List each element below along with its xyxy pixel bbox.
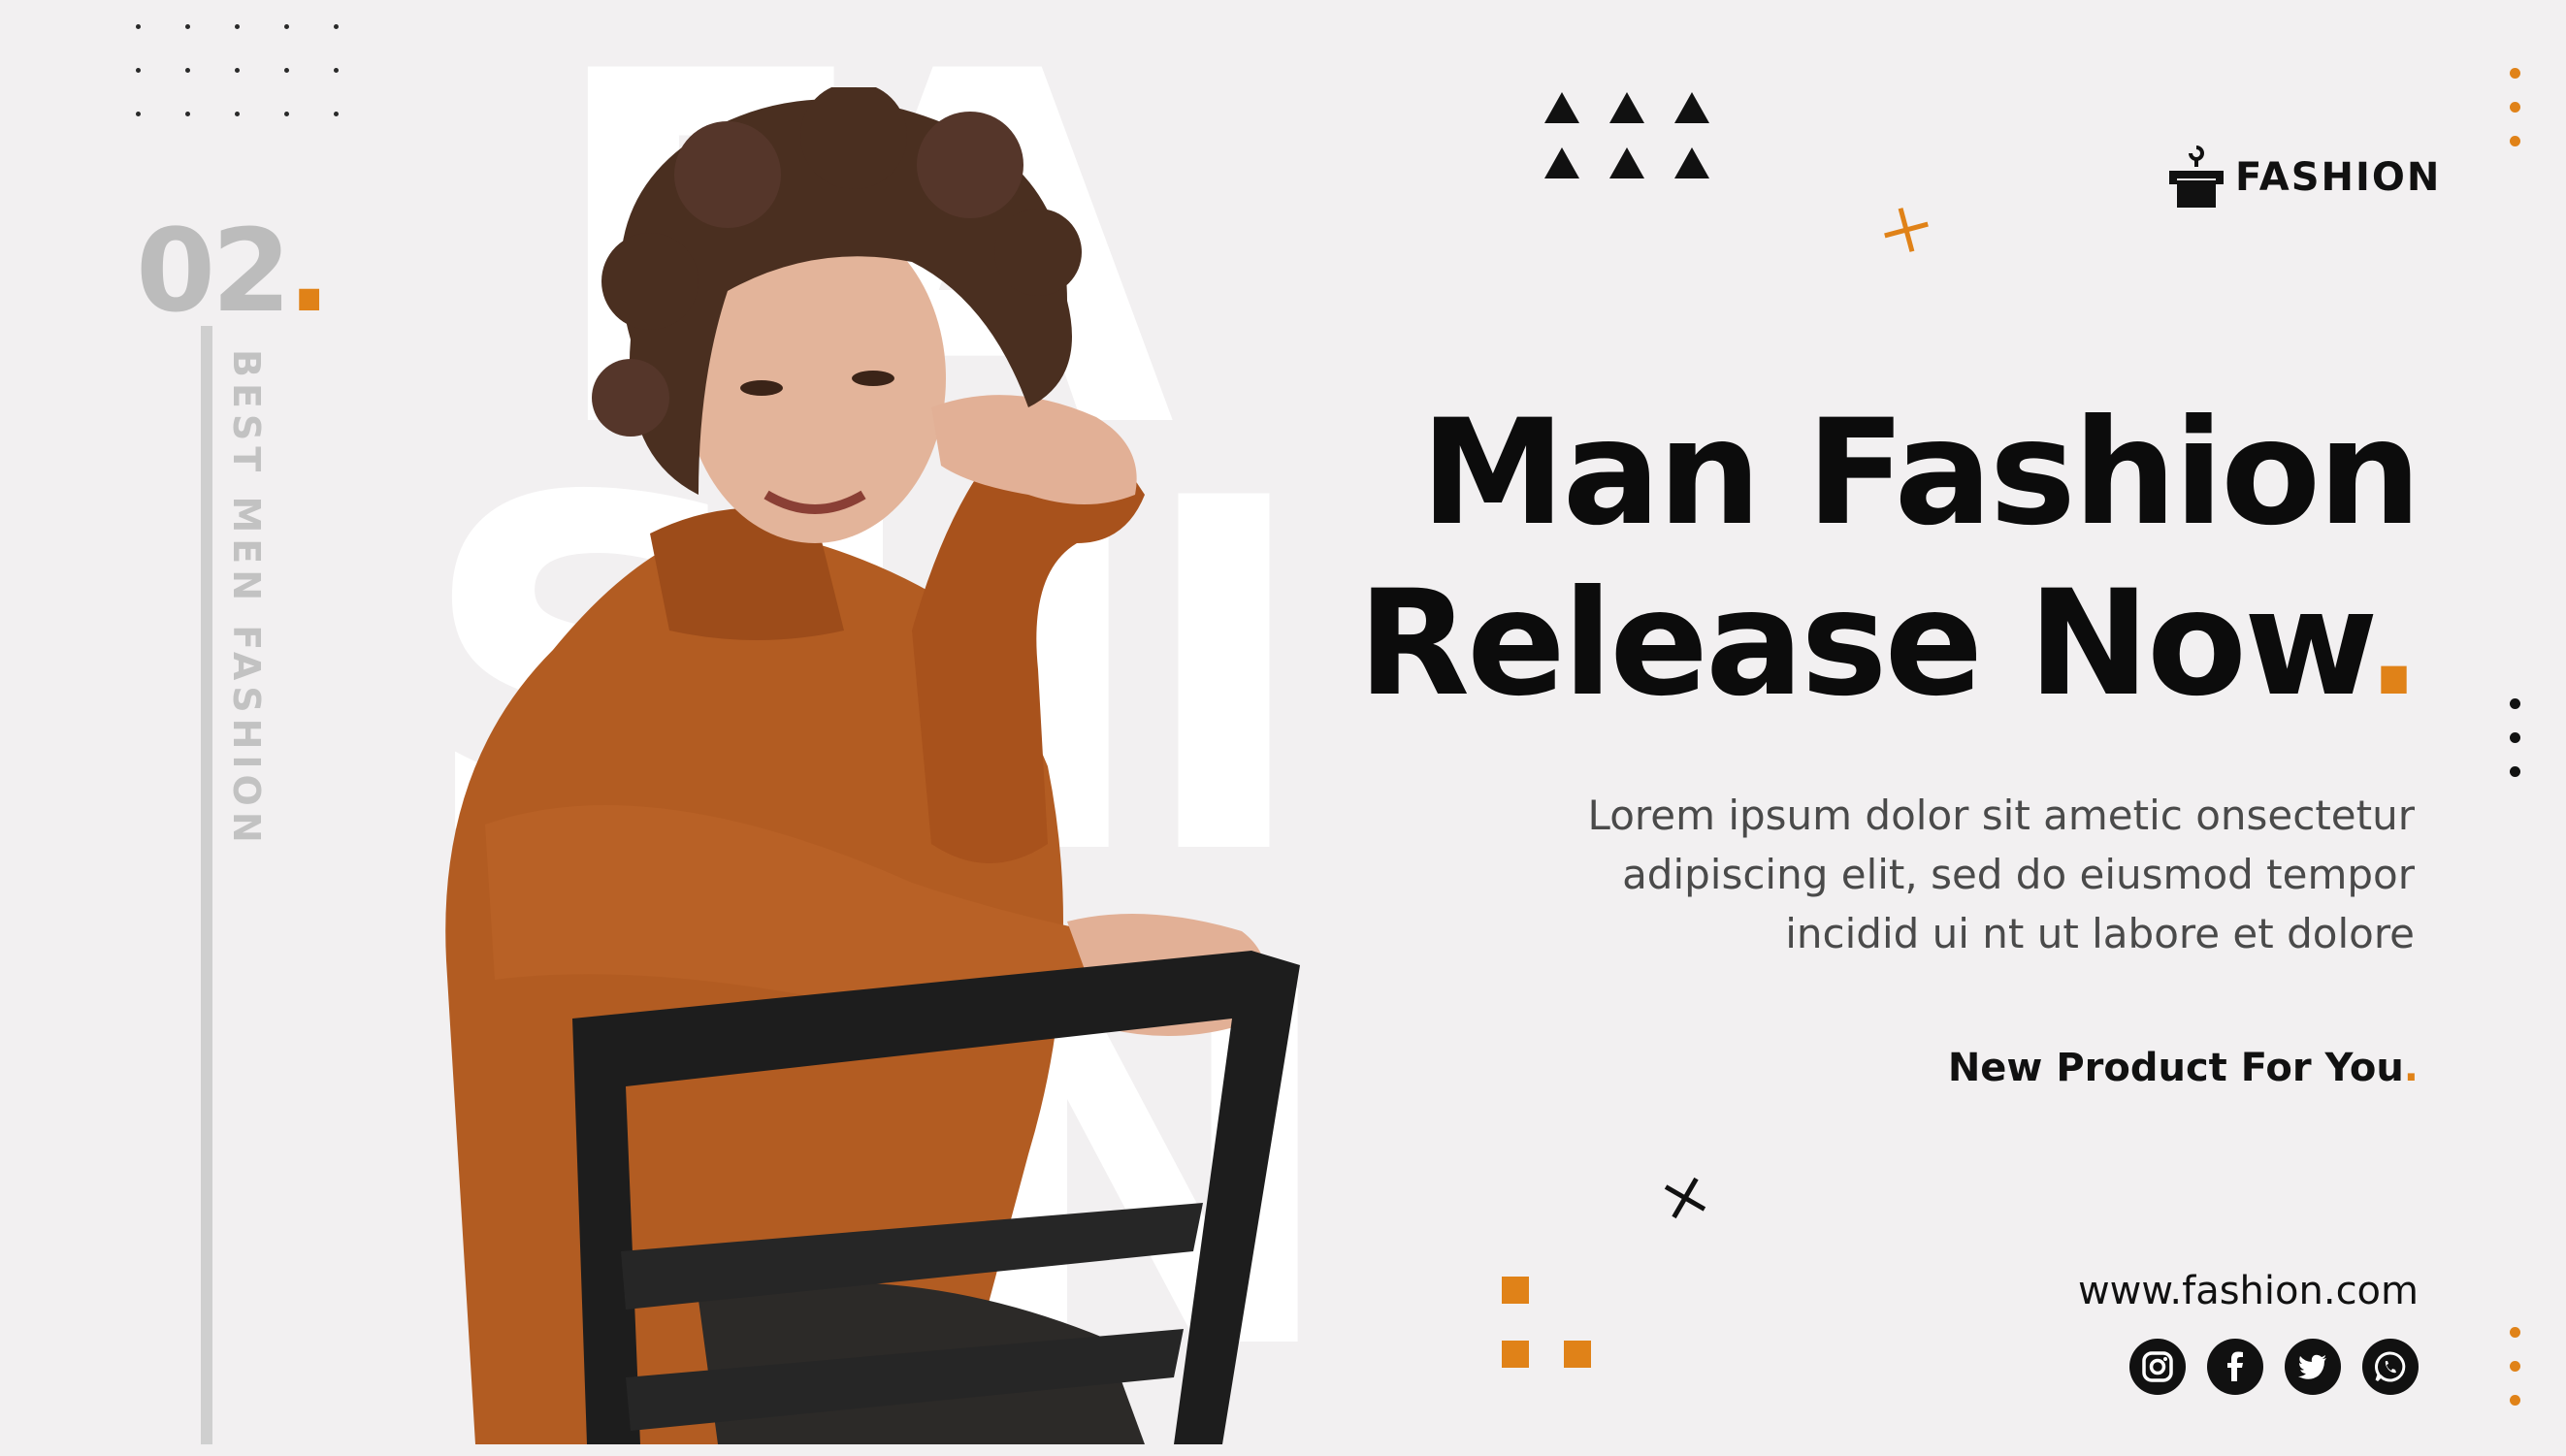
grid-dot (334, 112, 339, 116)
brand-logo[interactable]: FASHION (2169, 144, 2441, 211)
triangles-decoration (1544, 92, 1709, 178)
website-link[interactable]: www.fashion.com (2078, 1269, 2419, 1313)
headline: Man Fashion Release Now. (1357, 388, 2421, 729)
headline-dot: . (2366, 560, 2421, 728)
grid-dot (235, 24, 240, 29)
grid-dot (185, 68, 190, 73)
side-dots-top (2510, 68, 2521, 155)
slide-number-dot: . (287, 204, 331, 338)
body-line: adipiscing elit, sed do eiusmod tempor (1622, 851, 2415, 898)
shopping-bag-icon (2169, 146, 2224, 208)
grid-dot (235, 112, 240, 116)
grid-dot (284, 24, 289, 29)
vertical-divider (201, 326, 212, 1444)
grid-dot (235, 68, 240, 73)
vertical-label: BEST MEN FASHION (225, 349, 268, 849)
tagline: New Product For You. (1947, 1046, 2419, 1090)
grid-dot (284, 112, 289, 116)
cross-icon-black (1664, 1177, 1706, 1219)
grid-dot (136, 68, 141, 73)
social-icons (2129, 1339, 2419, 1395)
brand-name: FASHION (2235, 155, 2442, 200)
grid-dot (185, 112, 190, 116)
grid-dot (334, 68, 339, 73)
body-line: Lorem ipsum dolor sit ametic onsectetur (1587, 792, 2415, 839)
whatsapp-icon[interactable] (2362, 1339, 2419, 1395)
headline-line-1: Man Fashion (1420, 389, 2421, 558)
headline-line-2: Release Now. (1357, 560, 2421, 728)
cross-icon-orange (1884, 208, 1929, 252)
side-dots-middle (2510, 698, 2521, 786)
grid-dot (284, 68, 289, 73)
body-line: incidid ui nt ut labore et dolore (1785, 910, 2415, 957)
facebook-icon[interactable] (2207, 1339, 2263, 1395)
slide-number: 02. (136, 204, 331, 338)
model-photo (445, 87, 1300, 1444)
squares-decoration (1502, 1277, 1599, 1374)
tagline-dot: . (2403, 1046, 2419, 1090)
twitter-icon[interactable] (2285, 1339, 2341, 1395)
grid-dot (334, 24, 339, 29)
side-dots-bottom (2510, 1327, 2521, 1414)
grid-dot (185, 24, 190, 29)
grid-dot (136, 112, 141, 116)
dot-grid-decoration (136, 19, 349, 126)
grid-dot (136, 24, 141, 29)
instagram-icon[interactable] (2129, 1339, 2186, 1395)
body-paragraph: Lorem ipsum dolor sit ametic onsectetur … (1542, 786, 2415, 963)
